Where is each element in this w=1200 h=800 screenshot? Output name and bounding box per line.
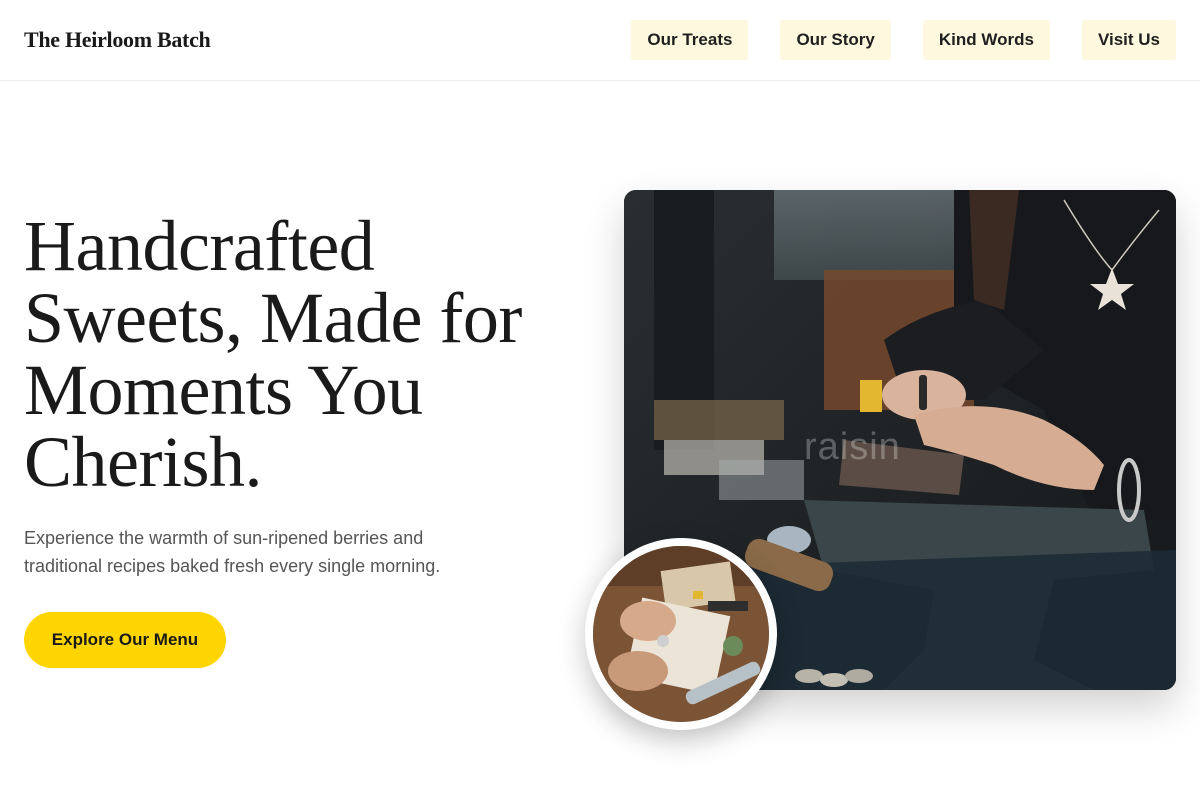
nav-item-kind-words[interactable]: Kind Words — [922, 20, 1050, 60]
desk-crafting-illustration — [593, 546, 769, 722]
nav-item-our-story[interactable]: Our Story — [780, 20, 891, 60]
top-navigation-bar: The Heirloom Batch Our Treats Our Story … — [0, 0, 1200, 81]
image-watermark: raisin — [804, 426, 901, 468]
main-nav: Our Treats Our Story Kind Words Visit Us — [631, 20, 1176, 60]
nav-item-visit-us[interactable]: Visit Us — [1081, 20, 1176, 60]
hero-inset-photo — [585, 538, 777, 730]
inset-photo-frame — [593, 546, 769, 722]
nav-item-our-treats[interactable]: Our Treats — [631, 20, 749, 60]
brand-logo-text[interactable]: The Heirloom Batch — [24, 27, 211, 53]
hero-title: Handcrafted Sweets, Made for Moments You… — [24, 206, 522, 502]
hero-subtitle: Experience the warmth of sun-ripened ber… — [24, 528, 441, 576]
explore-menu-button[interactable]: Explore Our Menu — [24, 612, 226, 668]
